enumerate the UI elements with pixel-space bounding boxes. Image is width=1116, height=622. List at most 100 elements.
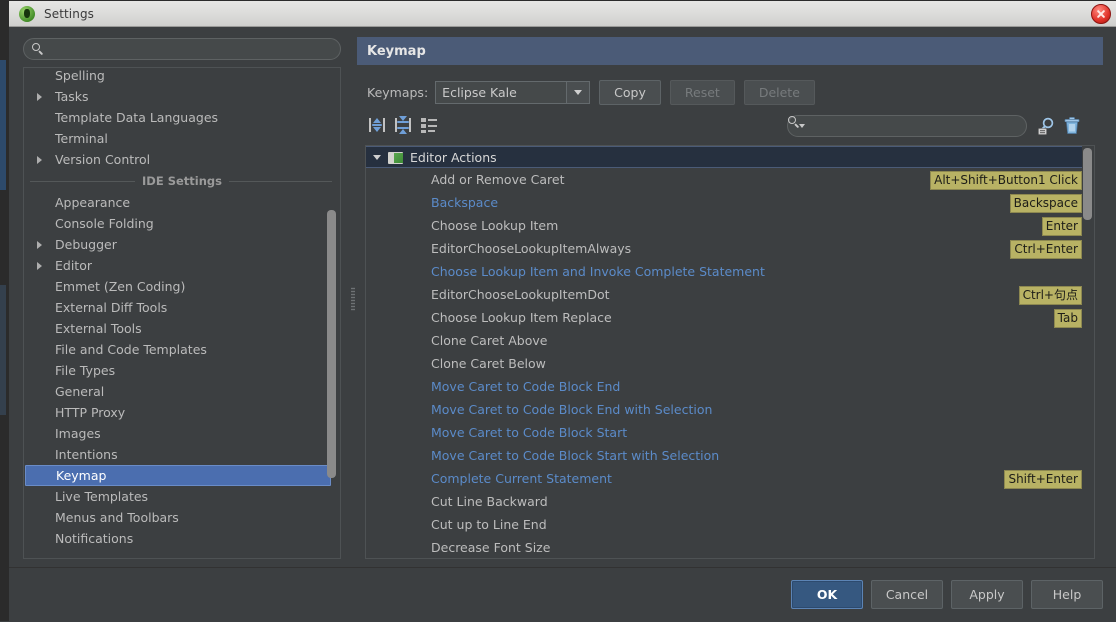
sidebar-item-intentions[interactable]: Intentions [24, 444, 340, 465]
cancel-button[interactable]: Cancel [871, 580, 943, 609]
chevron-right-icon[interactable] [32, 241, 46, 249]
keymap-shortcut-badge[interactable]: Tab [1054, 309, 1082, 328]
apply-button[interactable]: Apply [951, 580, 1023, 609]
keymap-select[interactable]: Eclipse Kale [435, 81, 590, 104]
chevron-right-icon[interactable] [32, 262, 46, 270]
chevron-right-icon[interactable] [32, 93, 46, 101]
filter-input[interactable] [805, 119, 1026, 133]
keymap-action-row[interactable]: Cut up to Line End [366, 513, 1082, 536]
sidebar-item-menus-and-toolbars[interactable]: Menus and Toolbars [24, 507, 340, 528]
collapse-all-icon[interactable] [393, 115, 413, 135]
reset-button[interactable]: Reset [670, 80, 735, 105]
sidebar-item-notifications[interactable]: Notifications [24, 528, 340, 549]
keymap-action-row[interactable]: Clone Caret Above [366, 329, 1082, 352]
edit-shortcut-icon[interactable] [419, 115, 439, 135]
ok-button[interactable]: OK [791, 580, 863, 609]
sidebar-item-keymap[interactable]: Keymap [25, 465, 331, 486]
keymap-scrollbar-thumb[interactable] [1083, 148, 1092, 220]
keymap-action-name: Move Caret to Code Block Start [431, 425, 627, 440]
sidebar-item-label: Terminal [46, 131, 108, 146]
background-window-highlight-2 [0, 285, 6, 415]
keymap-action-row[interactable]: Decrease Font Size [366, 536, 1082, 559]
sidebar-section-label: IDE Settings [135, 174, 229, 188]
sidebar-item-file-and-code-templates[interactable]: File and Code Templates [24, 339, 340, 360]
sidebar-item-general[interactable]: General [24, 381, 340, 402]
keymap-action-row[interactable]: Move Caret to Code Block End [366, 375, 1082, 398]
sidebar-item-emmet-zen-coding[interactable]: Emmet (Zen Coding) [24, 276, 340, 297]
keymap-group-row[interactable]: Editor Actions [366, 146, 1082, 168]
chevron-down-icon[interactable] [366, 155, 388, 160]
keymap-action-name: Clone Caret Below [431, 356, 546, 371]
keymap-action-name: Cut Line Backward [431, 494, 548, 509]
sidebar-search-box[interactable] [23, 38, 341, 60]
sidebar-item-appearance[interactable]: Appearance [24, 192, 340, 213]
sidebar-item-label: Appearance [46, 195, 130, 210]
sidebar-item-label: Keymap [48, 468, 106, 483]
splitter-grip[interactable] [351, 287, 355, 311]
sidebar-item-label: HTTP Proxy [46, 405, 125, 420]
keymap-action-name: Cut up to Line End [431, 517, 547, 532]
keymap-shortcut-badge[interactable]: Backspace [1010, 194, 1082, 213]
sidebar-item-tasks[interactable]: Tasks [24, 86, 340, 107]
keymap-action-row[interactable]: EditorChooseLookupItemDotCtrl+句点 [366, 283, 1082, 306]
sidebar-item-label: Debugger [46, 237, 117, 252]
chevron-right-icon[interactable] [32, 156, 46, 164]
sidebar-item-external-tools[interactable]: External Tools [24, 318, 340, 339]
sidebar-item-label: External Diff Tools [46, 300, 167, 315]
expand-all-icon[interactable] [367, 115, 387, 135]
settings-tree-panel: ScopesSpellingTasksTemplate Data Languag… [23, 67, 341, 559]
keymap-action-row[interactable]: Add or Remove Caret Alt+Shift+Button1 Cli… [366, 168, 1082, 191]
sidebar-item-template-data-languages[interactable]: Template Data Languages [24, 107, 340, 128]
shortcut-filter-search[interactable] [787, 115, 1027, 137]
page-title: Keymap [367, 44, 426, 59]
sidebar-item-version-control[interactable]: Version Control [24, 149, 340, 170]
sidebar-item-live-templates[interactable]: Live Templates [24, 486, 340, 507]
chevron-down-icon[interactable] [566, 82, 589, 103]
sidebar-item-external-diff-tools[interactable]: External Diff Tools [24, 297, 340, 318]
keymap-action-row[interactable]: Move Caret to Code Block Start with Sele… [366, 444, 1082, 467]
sidebar-item-label: Emmet (Zen Coding) [46, 279, 185, 294]
copy-button[interactable]: Copy [599, 80, 661, 105]
sidebar-scrollbar-thumb[interactable] [327, 210, 336, 478]
keymap-action-name: Move Caret to Code Block End [431, 379, 620, 394]
keymap-action-row[interactable]: Choose Lookup ItemEnter [366, 214, 1082, 237]
keymap-shortcut-badge[interactable]: Enter [1042, 217, 1082, 236]
clear-filter-trash-icon[interactable] [1063, 116, 1081, 136]
find-by-shortcut-icon[interactable] [1037, 116, 1057, 136]
keymap-group-label: Editor Actions [410, 150, 497, 165]
sidebar-item-editor[interactable]: Editor [24, 255, 340, 276]
settings-list: ScopesSpellingTasksTemplate Data Languag… [24, 67, 340, 549]
keymap-rows: Editor Actions Add or Remove Caret Alt+Shi… [366, 146, 1082, 559]
sidebar-item-debugger[interactable]: Debugger [24, 234, 340, 255]
sidebar-scrollbar-track[interactable] [327, 69, 338, 559]
keymap-select-value: Eclipse Kale [436, 85, 566, 100]
sidebar-item-images[interactable]: Images [24, 423, 340, 444]
keymap-shortcut-badge[interactable]: Ctrl+Enter [1010, 240, 1082, 259]
keymap-action-row[interactable]: EditorChooseLookupItemAlwaysCtrl+Enter [366, 237, 1082, 260]
keymap-toolbar [357, 112, 1103, 140]
sidebar-item-spelling[interactable]: Spelling [24, 67, 340, 86]
keymap-action-row[interactable]: Choose Lookup Item ReplaceTab [366, 306, 1082, 329]
keymap-action-row[interactable]: Choose Lookup Item and Invoke Complete S… [366, 260, 1082, 283]
keymap-shortcut-badge[interactable]: Shift+Enter [1004, 470, 1082, 489]
sidebar-item-file-types[interactable]: File Types [24, 360, 340, 381]
keymap-action-row[interactable]: Move Caret to Code Block End with Select… [366, 398, 1082, 421]
keymap-action-row[interactable]: Clone Caret Below [366, 352, 1082, 375]
keymap-action-row[interactable]: Move Caret to Code Block Start [366, 421, 1082, 444]
delete-button[interactable]: Delete [744, 80, 815, 105]
keymap-action-row[interactable]: BackspaceBackspace [366, 191, 1082, 214]
keymap-action-row[interactable]: Cut Line Backward [366, 490, 1082, 513]
close-icon[interactable] [1091, 4, 1111, 24]
keymap-action-row[interactable]: Complete Current StatementShift+Enter [366, 467, 1082, 490]
pane-splitter[interactable] [349, 27, 357, 567]
keymap-shortcut-badge[interactable]: Ctrl+句点 [1019, 286, 1082, 305]
sidebar-item-label: General [46, 384, 104, 399]
sidebar-item-console-folding[interactable]: Console Folding [24, 213, 340, 234]
help-button[interactable]: Help [1031, 580, 1103, 609]
sidebar-item-http-proxy[interactable]: HTTP Proxy [24, 402, 340, 423]
keymap-action-name: Add or Remove Caret [431, 172, 564, 187]
keymap-shortcut-badge[interactable]: Alt+Shift+Button1 Click [930, 171, 1082, 190]
sidebar-item-terminal[interactable]: Terminal [24, 128, 340, 149]
sidebar-item-label: Console Folding [46, 216, 154, 231]
search-input[interactable] [44, 42, 340, 56]
